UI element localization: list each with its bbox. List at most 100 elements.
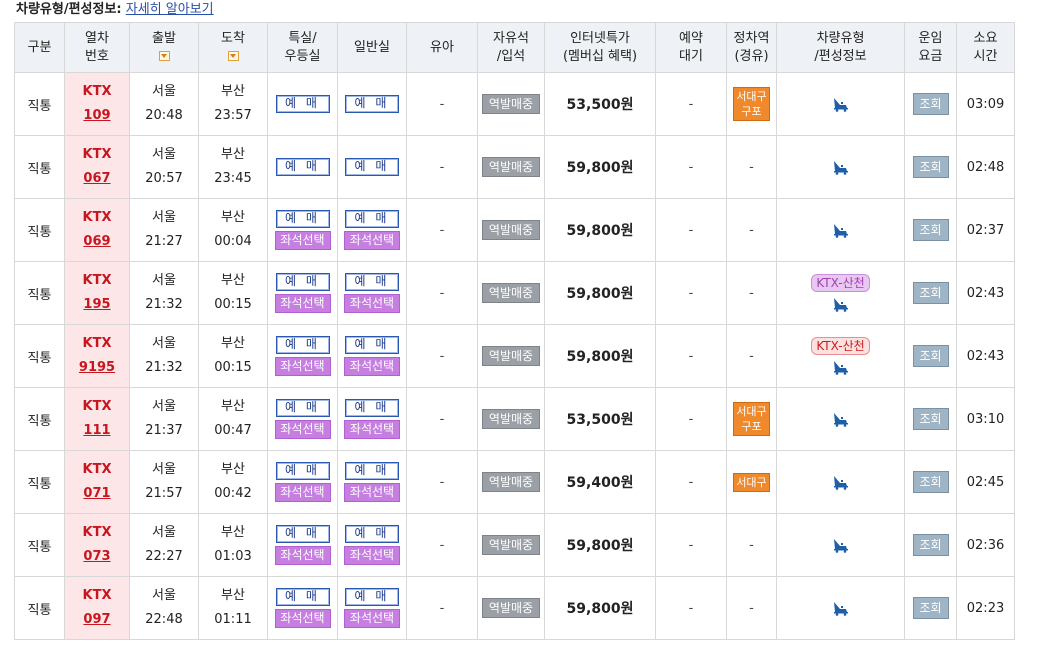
stop-station-tag: 서대구 구포 xyxy=(733,87,770,121)
seat-select-button[interactable]: 좌석선택 xyxy=(274,546,331,565)
train-number-link[interactable]: 9195 xyxy=(79,360,115,375)
reserve-button[interactable]: 예 매 xyxy=(345,95,399,113)
seat-select-button[interactable]: 좌석선택 xyxy=(344,231,400,250)
fare-inquiry-button[interactable]: 조회 xyxy=(912,345,949,367)
train-number-link[interactable]: 067 xyxy=(83,171,110,186)
train-number-link[interactable]: 073 xyxy=(83,549,110,564)
fare-inquiry-button[interactable]: 조회 xyxy=(912,219,949,241)
duration-cell: 03:09 xyxy=(956,72,1015,136)
fare-inquiry-button[interactable]: 조회 xyxy=(912,471,949,493)
col-car-info: 차량유형/편성정보 xyxy=(776,22,905,73)
waitlist-cell: - xyxy=(655,135,727,199)
special-cell: 예 매좌석선택 xyxy=(267,513,338,577)
waitlist-cell: - xyxy=(655,324,727,388)
train-kind: KTX xyxy=(82,273,112,288)
special-cell: 예 매 xyxy=(267,135,338,199)
departure-cell: 서울 21:32 xyxy=(129,261,199,325)
reserve-button[interactable]: 예 매 xyxy=(345,336,399,354)
seat-select-button[interactable]: 좌석선택 xyxy=(274,294,331,313)
waitlist-cell: - xyxy=(655,387,727,451)
ktx-sancheon-badge: KTX-산천 xyxy=(811,337,870,355)
fare-inquiry-button[interactable]: 조회 xyxy=(912,156,949,178)
seat-select-button[interactable]: 좌석선택 xyxy=(344,357,400,376)
reserve-button[interactable]: 예 매 xyxy=(275,158,330,176)
train-kind: KTX xyxy=(82,147,112,162)
reserve-button[interactable]: 예 매 xyxy=(345,210,399,228)
reserve-button[interactable]: 예 매 xyxy=(275,210,330,228)
seat-select-button[interactable]: 좌석선택 xyxy=(344,546,400,565)
departure-cell: 서울 22:48 xyxy=(129,576,199,640)
seat-select-button[interactable]: 좌석선택 xyxy=(344,420,400,439)
seat-select-button[interactable]: 좌석선택 xyxy=(274,357,331,376)
train-number-cell: KTX 195 xyxy=(64,261,130,325)
train-icon[interactable] xyxy=(832,474,850,490)
station-sale-badge: 역발매중 xyxy=(482,94,540,114)
train-number-cell: KTX 109 xyxy=(64,72,130,136)
train-icon[interactable] xyxy=(832,359,850,375)
standing-cell: 역발매중 xyxy=(477,198,545,262)
train-number-link[interactable]: 069 xyxy=(83,234,110,249)
train-number-link[interactable]: 109 xyxy=(83,108,110,123)
train-number-link[interactable]: 195 xyxy=(83,297,110,312)
reserve-button[interactable]: 예 매 xyxy=(345,588,399,606)
train-icon[interactable] xyxy=(832,537,850,553)
reserve-button[interactable]: 예 매 xyxy=(345,525,399,543)
car-info-cell xyxy=(776,387,905,451)
departure-cell: 서울 21:37 xyxy=(129,387,199,451)
duration-cell: 02:36 xyxy=(956,513,1015,577)
reserve-button[interactable]: 예 매 xyxy=(345,158,399,176)
fare-table-cell: 조회 xyxy=(904,576,957,640)
train-number-cell: KTX 111 xyxy=(64,387,130,451)
train-icon[interactable] xyxy=(832,411,850,427)
fare-inquiry-button[interactable]: 조회 xyxy=(912,93,949,115)
seat-select-button[interactable]: 좌석선택 xyxy=(344,294,400,313)
train-number-cell: KTX 9195 xyxy=(64,324,130,388)
reserve-button[interactable]: 예 매 xyxy=(275,336,330,354)
car-info-cell xyxy=(776,135,905,199)
seat-select-button[interactable]: 좌석선택 xyxy=(274,231,331,250)
reserve-button[interactable]: 예 매 xyxy=(345,399,399,417)
train-icon[interactable] xyxy=(832,222,850,238)
sort-icon[interactable] xyxy=(158,51,170,61)
fare-table-cell: 조회 xyxy=(904,261,957,325)
learn-more-link[interactable]: 자세히 알아보기 xyxy=(126,2,214,17)
reserve-button[interactable]: 예 매 xyxy=(275,399,330,417)
train-icon[interactable] xyxy=(832,159,850,175)
reserve-button[interactable]: 예 매 xyxy=(275,273,330,291)
fare-inquiry-button[interactable]: 조회 xyxy=(912,597,949,619)
col-arrival[interactable]: 도착 xyxy=(198,22,268,73)
stops-cell: 서대구 xyxy=(726,450,777,514)
train-icon[interactable] xyxy=(832,296,850,312)
sort-icon[interactable] xyxy=(227,51,239,61)
fare-inquiry-button[interactable]: 조회 xyxy=(912,534,949,556)
train-number-link[interactable]: 071 xyxy=(83,486,110,501)
col-standing: 자유석/입석 xyxy=(477,22,545,73)
reserve-button[interactable]: 예 매 xyxy=(275,588,330,606)
departure-cell: 서울 21:32 xyxy=(129,324,199,388)
seat-select-button[interactable]: 좌석선택 xyxy=(274,609,331,628)
reserve-button[interactable]: 예 매 xyxy=(275,95,330,113)
reserve-button[interactable]: 예 매 xyxy=(275,525,330,543)
train-number-link[interactable]: 111 xyxy=(83,423,110,438)
seat-select-button[interactable]: 좌석선택 xyxy=(274,420,331,439)
table-row: 직통 KTX 073 서울 22:27 부산 01:03 예 매 좌석선택 예 매 좌석… xyxy=(14,513,1015,577)
infant-cell: - xyxy=(406,513,478,577)
col-departure[interactable]: 출발 xyxy=(129,22,199,73)
seat-select-button[interactable]: 좌석선택 xyxy=(344,483,400,502)
fare-cell: 59,800원 xyxy=(544,513,656,577)
fare-inquiry-button[interactable]: 조회 xyxy=(912,282,949,304)
seat-select-button[interactable]: 좌석선택 xyxy=(274,483,331,502)
reserve-button[interactable]: 예 매 xyxy=(345,273,399,291)
general-cell: 예 매좌석선택 xyxy=(337,324,407,388)
special-cell: 예 매좌석선택 xyxy=(267,450,338,514)
arrival-cell: 부산 00:15 xyxy=(198,261,268,325)
train-icon[interactable] xyxy=(832,600,850,616)
train-number-link[interactable]: 097 xyxy=(83,612,110,627)
train-icon[interactable] xyxy=(832,96,850,112)
col-infant: 유아 xyxy=(406,22,478,73)
reserve-button[interactable]: 예 매 xyxy=(275,462,330,480)
fare-inquiry-button[interactable]: 조회 xyxy=(912,408,949,430)
seat-select-button[interactable]: 좌석선택 xyxy=(344,609,400,628)
reserve-button[interactable]: 예 매 xyxy=(345,462,399,480)
special-cell: 예 매좌석선택 xyxy=(267,198,338,262)
